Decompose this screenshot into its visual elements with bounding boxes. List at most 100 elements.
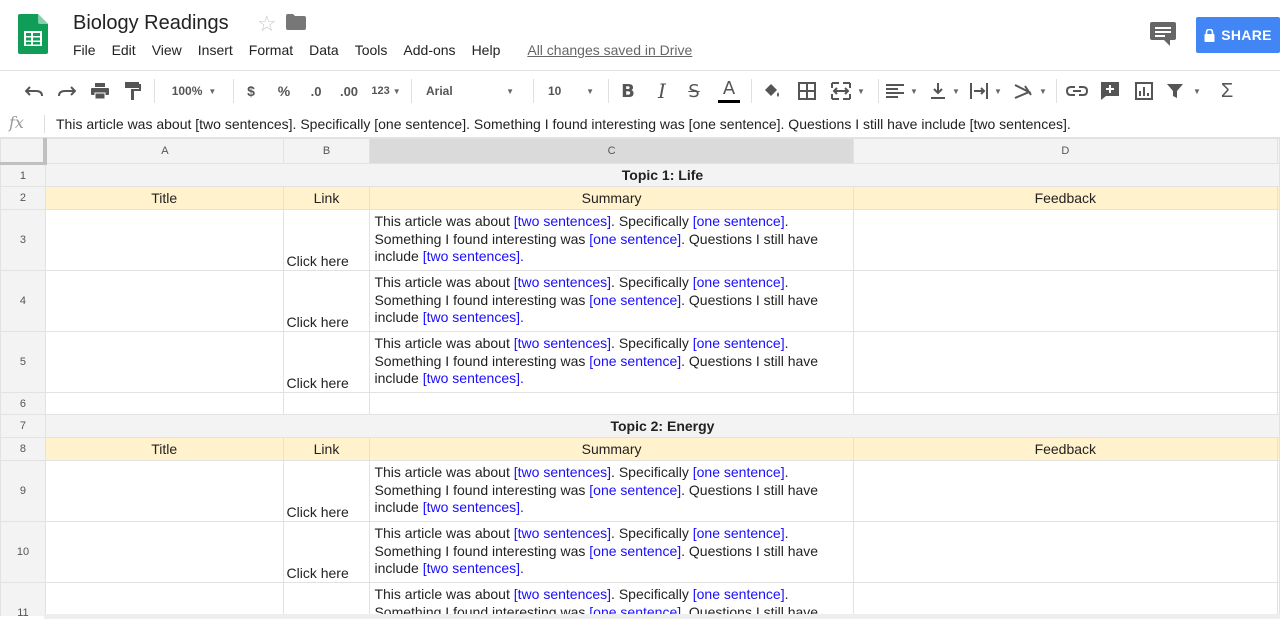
empty-cell[interactable] <box>282 392 371 415</box>
title-cell[interactable] <box>44 331 284 393</box>
text-rotation-icon[interactable]: ▼ <box>1010 71 1050 111</box>
paint-format-icon[interactable] <box>121 71 145 111</box>
feedback-cell[interactable] <box>852 270 1278 332</box>
topic-title-cell[interactable]: Topic 1: Life <box>44 163 1280 187</box>
title-cell[interactable] <box>44 582 284 616</box>
empty-cell[interactable] <box>44 392 284 415</box>
title-header-cell[interactable]: Title <box>44 437 284 461</box>
formula-input[interactable]: This article was about [two sentences]. … <box>56 116 1071 132</box>
strikethrough-button[interactable]: S <box>682 71 706 111</box>
feedback-cell[interactable] <box>852 331 1278 393</box>
row-header[interactable]: 1 <box>0 163 46 187</box>
link-cell[interactable]: Click here <box>282 521 371 583</box>
italic-button[interactable]: I <box>650 71 674 111</box>
borders-icon[interactable] <box>794 71 820 111</box>
insert-comment-icon[interactable] <box>1097 71 1123 111</box>
font-family-select[interactable]: Arial ▼ <box>418 71 522 111</box>
horizontal-align-icon[interactable]: ▼ <box>884 71 920 111</box>
feedback-cell[interactable] <box>852 582 1278 616</box>
insert-link-icon[interactable] <box>1064 71 1090 111</box>
undo-icon[interactable] <box>22 71 46 111</box>
select-all-corner[interactable] <box>0 138 48 165</box>
decrease-decimal-button[interactable]: .0 <box>304 71 328 111</box>
functions-icon[interactable]: Σ <box>1214 71 1240 111</box>
link-cell[interactable]: Click here <box>282 582 371 616</box>
summary-cell[interactable]: This article was about [two sentences]. … <box>369 270 854 332</box>
folder-icon[interactable] <box>286 14 306 30</box>
row-header[interactable]: 7 <box>0 414 46 438</box>
row-header[interactable]: 5 <box>0 331 46 393</box>
redo-icon[interactable] <box>55 71 79 111</box>
share-button[interactable]: SHARE <box>1196 17 1280 53</box>
document-title[interactable]: Biology Readings <box>73 12 229 35</box>
link-cell[interactable]: Click here <box>282 331 371 393</box>
menu-view[interactable]: View <box>152 42 182 58</box>
title-cell[interactable] <box>44 521 284 583</box>
increase-decimal-button[interactable]: .00 <box>336 71 362 111</box>
insert-chart-icon[interactable] <box>1131 71 1157 111</box>
horizontal-scrollbar[interactable] <box>44 614 1280 619</box>
sheets-logo-icon[interactable] <box>18 14 48 54</box>
summary-cell[interactable]: This article was about [two sentences]. … <box>369 209 854 271</box>
more-formats-select[interactable]: 123 ▼ <box>367 71 405 111</box>
menu-tools[interactable]: Tools <box>355 42 388 58</box>
row-header[interactable]: 8 <box>0 437 46 461</box>
row-header[interactable]: 11 <box>0 582 46 616</box>
empty-cell[interactable] <box>369 392 854 415</box>
topic-title-cell[interactable]: Topic 2: Energy <box>44 414 1280 438</box>
currency-format-button[interactable]: $ <box>240 71 262 111</box>
feedback-header-cell[interactable]: Feedback <box>852 186 1278 210</box>
feedback-cell[interactable] <box>852 521 1278 583</box>
menu-edit[interactable]: Edit <box>112 42 136 58</box>
row-header[interactable]: 10 <box>0 521 46 583</box>
merge-cells-icon[interactable]: ▼ <box>828 71 868 111</box>
title-header-cell[interactable]: Title <box>44 186 284 210</box>
row-header[interactable]: 3 <box>0 209 46 271</box>
link-cell[interactable]: Click here <box>282 209 371 271</box>
summary-header-cell[interactable]: Summary <box>369 186 854 210</box>
menu-data[interactable]: Data <box>309 42 339 58</box>
feedback-cell[interactable] <box>852 209 1278 271</box>
font-size-select[interactable]: 10 ▼ <box>540 71 602 111</box>
feedback-header-cell[interactable]: Feedback <box>852 437 1278 461</box>
title-cell[interactable] <box>44 209 284 271</box>
summary-header-cell[interactable]: Summary <box>369 437 854 461</box>
title-cell[interactable] <box>44 460 284 522</box>
row-header[interactable]: 4 <box>0 270 46 332</box>
summary-cell[interactable]: This article was about [two sentences]. … <box>369 460 854 522</box>
filter-icon[interactable]: ▼ <box>1164 71 1204 111</box>
comments-icon[interactable] <box>1150 22 1176 46</box>
link-cell[interactable]: Click here <box>282 270 371 332</box>
vertical-align-icon[interactable]: ▼ <box>926 71 964 111</box>
column-header-a[interactable]: A <box>44 138 284 164</box>
zoom-select[interactable]: 100% ▼ <box>160 71 228 111</box>
row-header[interactable]: 2 <box>0 186 46 210</box>
column-header-b[interactable]: B <box>282 138 371 164</box>
row-header[interactable]: 9 <box>0 460 46 522</box>
summary-cell[interactable]: This article was about [two sentences]. … <box>369 521 854 583</box>
column-header-d[interactable]: D <box>852 138 1278 164</box>
link-header-cell[interactable]: Link <box>282 186 371 210</box>
percent-format-button[interactable]: % <box>273 71 295 111</box>
text-wrapping-icon[interactable]: ▼ <box>968 71 1004 111</box>
save-status-link[interactable]: All changes saved in Drive <box>527 42 692 58</box>
menu-insert[interactable]: Insert <box>198 42 233 58</box>
star-icon[interactable]: ☆ <box>257 11 277 37</box>
summary-cell[interactable]: This article was about [two sentences]. … <box>369 582 854 616</box>
column-header-c[interactable]: C <box>369 138 854 164</box>
link-cell[interactable]: Click here <box>282 460 371 522</box>
summary-cell[interactable]: This article was about [two sentences]. … <box>369 331 854 393</box>
bold-button[interactable]: B <box>616 71 640 111</box>
fill-color-icon[interactable] <box>759 71 785 111</box>
menu-file[interactable]: File <box>73 42 96 58</box>
empty-cell[interactable] <box>852 392 1278 415</box>
menu-format[interactable]: Format <box>249 42 293 58</box>
row-header[interactable]: 6 <box>0 392 46 415</box>
menu-help[interactable]: Help <box>472 42 501 58</box>
print-icon[interactable] <box>88 71 112 111</box>
link-header-cell[interactable]: Link <box>282 437 371 461</box>
text-color-button[interactable]: A <box>716 71 742 111</box>
feedback-cell[interactable] <box>852 460 1278 522</box>
menu-addons[interactable]: Add-ons <box>403 42 455 58</box>
title-cell[interactable] <box>44 270 284 332</box>
